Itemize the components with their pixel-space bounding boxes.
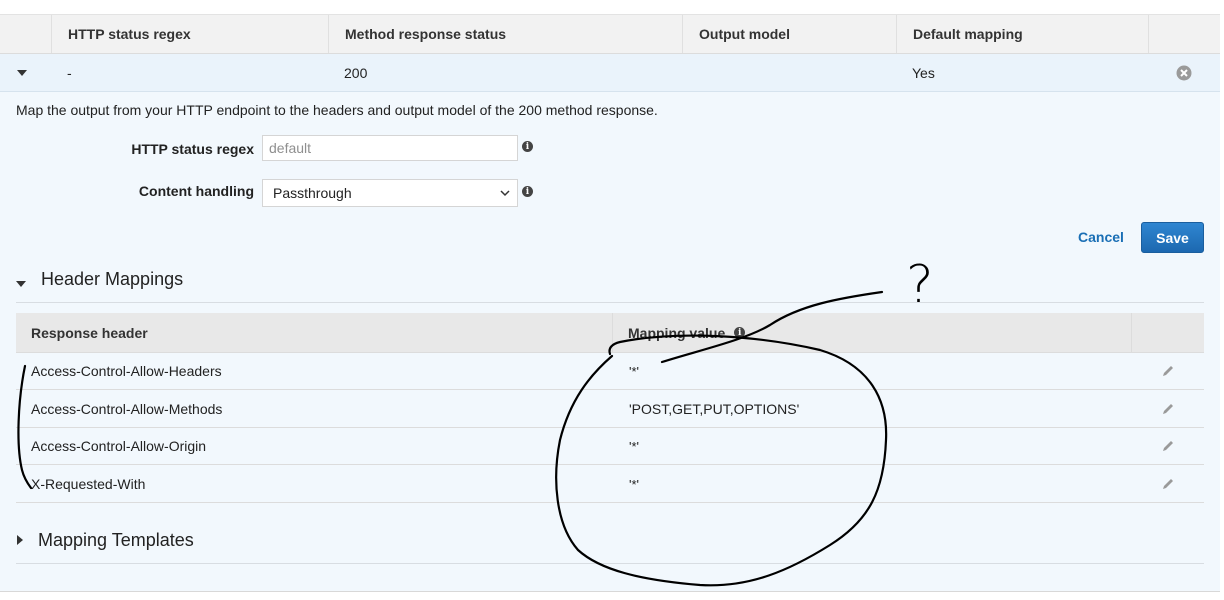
- column-response-header: Response header: [16, 313, 613, 352]
- mapping-templates-title: Mapping Templates: [38, 530, 194, 550]
- content-handling-select[interactable]: Passthrough: [262, 179, 518, 207]
- mapping-value-cell: '*': [629, 476, 640, 492]
- info-icon[interactable]: i: [734, 327, 746, 338]
- mapping-value-cell: '*': [629, 438, 640, 454]
- row-default-value: Yes: [912, 64, 935, 81]
- edit-button[interactable]: [1132, 477, 1204, 491]
- response-header-cell: Access-Control-Allow-Methods: [31, 401, 223, 417]
- integration-response-row[interactable]: - 200 Yes: [0, 54, 1220, 92]
- collapse-toggle[interactable]: [0, 54, 51, 91]
- row-model-value: [682, 54, 896, 91]
- edit-button[interactable]: [1132, 402, 1204, 416]
- mapping-value-cell: '*': [629, 363, 640, 379]
- header-mappings-title: Header Mappings: [41, 269, 184, 289]
- row-regex-value: -: [67, 64, 72, 81]
- column-output-model: Output model: [682, 15, 896, 53]
- mapping-value-cell: 'POST,GET,PUT,OPTIONS': [629, 401, 800, 417]
- expand-column-header: [0, 15, 51, 53]
- close-circle-icon[interactable]: [1176, 65, 1192, 81]
- cancel-button[interactable]: Cancel: [1078, 229, 1124, 245]
- caret-down-icon[interactable]: [15, 280, 27, 288]
- pencil-icon[interactable]: [1161, 364, 1175, 378]
- row-status-value: 200: [344, 64, 368, 81]
- mapping-templates-toggle[interactable]: [16, 533, 24, 549]
- content-handling-label: Content handling: [138, 183, 254, 199]
- table-row: Access-Control-Allow-Origin '*': [16, 428, 1204, 465]
- save-button[interactable]: Save: [1141, 222, 1204, 253]
- pencil-icon[interactable]: [1161, 439, 1175, 453]
- pencil-icon[interactable]: [1161, 402, 1175, 416]
- column-method-response-status: Method response status: [328, 15, 682, 53]
- response-header-cell: X-Requested-With: [31, 476, 146, 492]
- caret-right-icon[interactable]: [16, 534, 24, 546]
- remove-button[interactable]: [1148, 54, 1220, 91]
- chevron-down-icon: [500, 190, 510, 197]
- column-default-mapping: Default mapping: [896, 15, 1148, 53]
- content-handling-value: Passthrough: [273, 185, 352, 201]
- table-row: Access-Control-Allow-Headers '*': [16, 353, 1204, 390]
- info-icon[interactable]: i: [522, 141, 533, 152]
- edit-button[interactable]: [1132, 439, 1204, 453]
- header-mappings-toggle[interactable]: [15, 275, 27, 291]
- column-mapping-value-label: Mapping value: [628, 324, 726, 341]
- panel-description: Map the output from your HTTP endpoint t…: [16, 102, 658, 118]
- edit-button[interactable]: [1132, 364, 1204, 378]
- info-icon[interactable]: i: [522, 186, 533, 197]
- table-row: Access-Control-Allow-Methods 'POST,GET,P…: [16, 391, 1204, 428]
- edit-column-header: [1132, 313, 1204, 352]
- section-divider: [16, 302, 1204, 303]
- integration-response-table-header: HTTP status regex Method response status…: [0, 14, 1220, 54]
- column-mapping-value: Mapping value i: [613, 313, 1132, 352]
- response-header-cell: Access-Control-Allow-Headers: [31, 363, 222, 379]
- response-header-cell: Access-Control-Allow-Origin: [31, 438, 207, 454]
- column-http-status-regex: HTTP status regex: [51, 15, 328, 53]
- http-status-regex-input[interactable]: [262, 135, 518, 161]
- actions-column-header: [1148, 15, 1220, 53]
- header-mappings-table-header: Response header Mapping value i: [16, 313, 1204, 353]
- http-status-regex-label: HTTP status regex: [131, 141, 254, 157]
- caret-down-icon[interactable]: [16, 69, 28, 77]
- section-divider: [16, 563, 1204, 564]
- table-row: X-Requested-With '*': [16, 466, 1204, 503]
- pencil-icon[interactable]: [1161, 477, 1175, 491]
